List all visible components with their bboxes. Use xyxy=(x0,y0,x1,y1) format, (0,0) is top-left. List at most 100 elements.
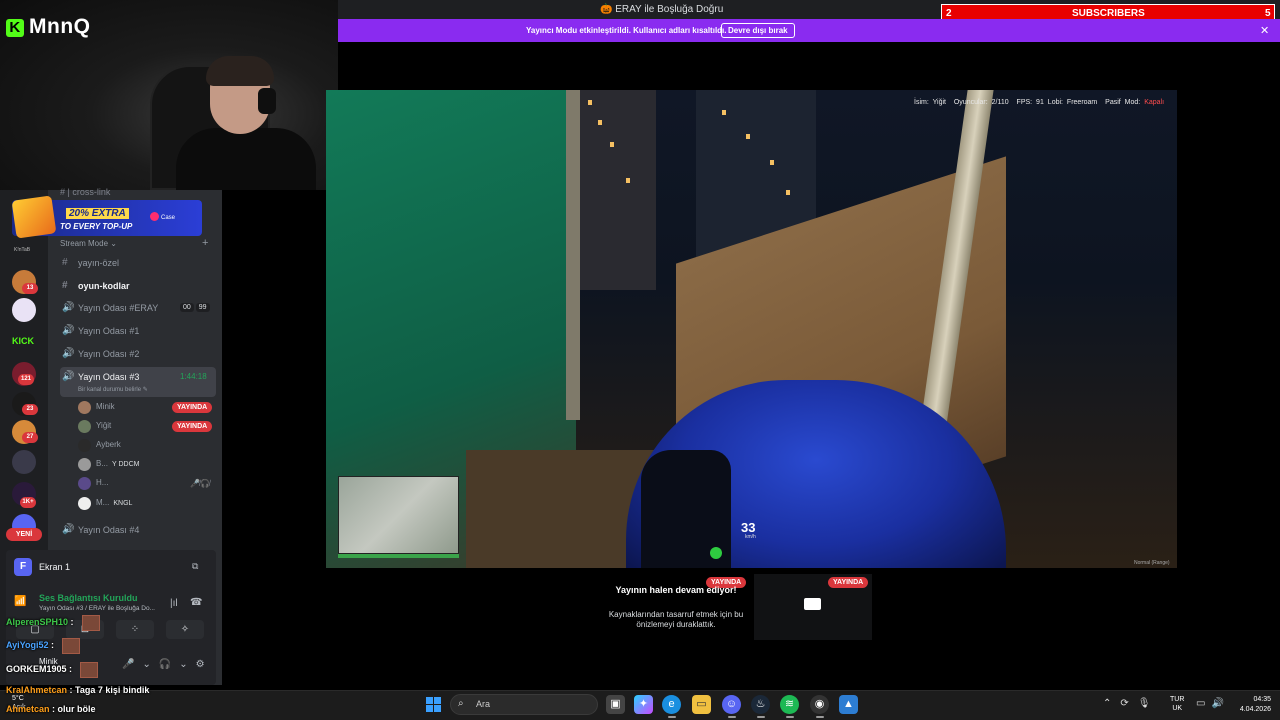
live-badge: YAYINDA xyxy=(828,577,869,588)
channel-crosslink-label: cross-link xyxy=(72,187,111,197)
streamer-name: MnnQ xyxy=(29,15,91,38)
chat-emote xyxy=(80,662,98,678)
building xyxy=(576,90,656,290)
disable-streamer-mode-button[interactable]: Devre dışı bırak xyxy=(721,23,795,38)
disconnect-icon[interactable]: ☎ xyxy=(190,597,202,608)
clock-date: 4.04.2026 xyxy=(1239,706,1271,713)
search-placeholder: Ara xyxy=(476,699,491,709)
avatar xyxy=(78,439,91,452)
task-view-icon[interactable]: ▣ xyxy=(606,695,625,714)
channel-yayin-odasi-4[interactable]: 🔊 Yayın Odası #4 xyxy=(60,520,216,540)
stream-paused-desc: Kaynaklarından tasarruf etmek için bu ön… xyxy=(608,610,744,629)
close-icon[interactable]: ✕ xyxy=(1260,24,1269,37)
channel-crosslink[interactable]: # | cross-link xyxy=(60,187,110,197)
window-title: 🎃 ERAY ile Boşluğa Doğru xyxy=(600,4,724,15)
soundboard-button[interactable]: ✧ xyxy=(166,620,204,639)
streamer-mode-banner xyxy=(338,19,1280,42)
server-badge: 121 xyxy=(18,374,34,385)
chat-text: : xyxy=(48,640,55,650)
scaffold-beam xyxy=(566,90,580,420)
spotify-icon[interactable]: ≋ xyxy=(780,695,799,714)
category-stream-mode[interactable]: Stream Mode ⌄ xyxy=(60,239,117,248)
voice-member[interactable]: B... Y DDCM xyxy=(78,455,218,473)
taskbar-search[interactable] xyxy=(450,694,598,715)
add-channel-icon[interactable]: + xyxy=(202,237,208,249)
active-app-indicator xyxy=(757,716,765,718)
chat-text: : xyxy=(68,617,74,627)
channel-label: yayın-özel xyxy=(78,258,120,268)
live-badge: YAYINDA xyxy=(172,421,213,432)
windows-logo-icon xyxy=(426,705,433,712)
hud-lobby: Lobi: Freeroam xyxy=(1047,99,1098,106)
language-code: TUR xyxy=(1170,696,1185,703)
member-name: Yiğit xyxy=(96,421,112,430)
clock-time: 04:35 xyxy=(1253,696,1271,703)
keyboard-layout: UK xyxy=(1172,705,1183,712)
windows-logo-icon xyxy=(426,697,433,704)
file-explorer-icon[interactable]: ▭ xyxy=(692,695,711,714)
subscriber-count: 2 xyxy=(946,8,952,19)
voice-channel-path: Yayın Odası #3 / ERAY ile Boşluğa Do... xyxy=(39,605,155,612)
brand-logo-icon xyxy=(150,212,159,221)
activity-button[interactable]: ⁘ xyxy=(116,620,154,639)
edge-icon[interactable]: e xyxy=(662,695,681,714)
channel-timer: 1:44:18 xyxy=(180,372,207,381)
banner-text: Yayıncı Modu etkinleştirildi. Kullanıcı … xyxy=(526,26,727,35)
system-tray[interactable]: ⌃⟳🎙 xyxy=(1103,698,1159,709)
channel-status[interactable]: Bir kanal durumu belirle ✎ xyxy=(78,386,148,393)
steam-icon[interactable]: ♨ xyxy=(751,695,770,714)
new-badge[interactable]: YENİ xyxy=(6,528,42,541)
hud-passive-label: Pasif Mod: xyxy=(1105,99,1141,106)
hud-passive-value: Kapalı xyxy=(1144,99,1165,106)
game-minimap xyxy=(338,476,459,554)
voice-member[interactable]: Ayberk xyxy=(78,436,218,454)
gift-box-icon xyxy=(11,195,57,239)
building-window xyxy=(626,178,630,183)
channel-yayin-ozel[interactable]: # yayın-özel xyxy=(60,253,216,273)
channel-oyun-kodlar[interactable]: # oyun-kodlar xyxy=(60,276,216,296)
taskbar-clock[interactable]: 04:35 4.04.2026 xyxy=(1233,695,1271,715)
speed-indicator-icon xyxy=(710,547,722,559)
system-tray-status[interactable]: ▭🔊 xyxy=(1196,698,1230,709)
speaker-icon: 🔊 xyxy=(62,325,75,336)
screen-share-icon: F xyxy=(14,558,32,576)
streamer-body xyxy=(176,128,316,190)
user-controls[interactable]: 🎤⌄🎧⌄⚙ xyxy=(122,659,213,670)
chat-emote xyxy=(82,615,100,631)
speedometer: 33 xyxy=(741,520,756,535)
channel-label: Yayın Odası #4 xyxy=(78,525,140,535)
chat-message: GORKEM1905 : xyxy=(6,664,72,674)
avatar xyxy=(78,401,91,414)
chat-message: Ahmetcan : olur böle xyxy=(6,704,96,714)
copilot-icon[interactable]: ✦ xyxy=(634,695,653,714)
ad-subline: TO EVERY TOP-UP xyxy=(60,222,133,231)
ad-headline: 20% EXTRA xyxy=(66,208,129,219)
building-window xyxy=(598,120,602,125)
server-badge: 23 xyxy=(22,404,38,415)
speaker-icon: 🔊 xyxy=(62,302,75,313)
channel-yayin-odasi-2[interactable]: 🔊 Yayın Odası #2 xyxy=(60,344,216,364)
muted-icons: 🎤̸🎧̸ xyxy=(190,479,210,488)
obs-icon[interactable]: ◉ xyxy=(810,695,829,714)
server-kick[interactable]: KICK xyxy=(12,336,34,346)
photos-icon[interactable]: ▲ xyxy=(839,695,858,714)
server-icon[interactable] xyxy=(12,450,36,474)
channel-yayin-odasi-1[interactable]: 🔊 Yayın Odası #1 xyxy=(60,321,216,341)
server-icon[interactable] xyxy=(12,298,36,322)
active-app-indicator xyxy=(816,716,824,718)
start-button[interactable] xyxy=(426,697,441,712)
popout-icon[interactable]: ⧉ xyxy=(192,561,198,572)
channel-label: Yayın Odası #ERAY xyxy=(78,303,159,313)
kick-logo: K MnnQ xyxy=(6,15,90,39)
speaker-icon: 🔊 xyxy=(62,371,75,382)
search-icon: ⌕ xyxy=(458,698,464,709)
category-label: Stream Mode xyxy=(60,239,109,248)
language-indicator[interactable]: TUR UK xyxy=(1170,695,1184,713)
voice-member[interactable]: M... KNGL xyxy=(78,494,218,512)
discord-icon[interactable]: ☺ xyxy=(722,695,741,714)
noise-suppression-icon[interactable]: |ıl xyxy=(170,598,178,609)
streamer-hair xyxy=(206,56,274,86)
voice-connected-status[interactable]: Ses Bağlantısı Kuruldu xyxy=(39,593,138,603)
building-window xyxy=(786,190,790,195)
hash-icon: # xyxy=(62,257,68,268)
